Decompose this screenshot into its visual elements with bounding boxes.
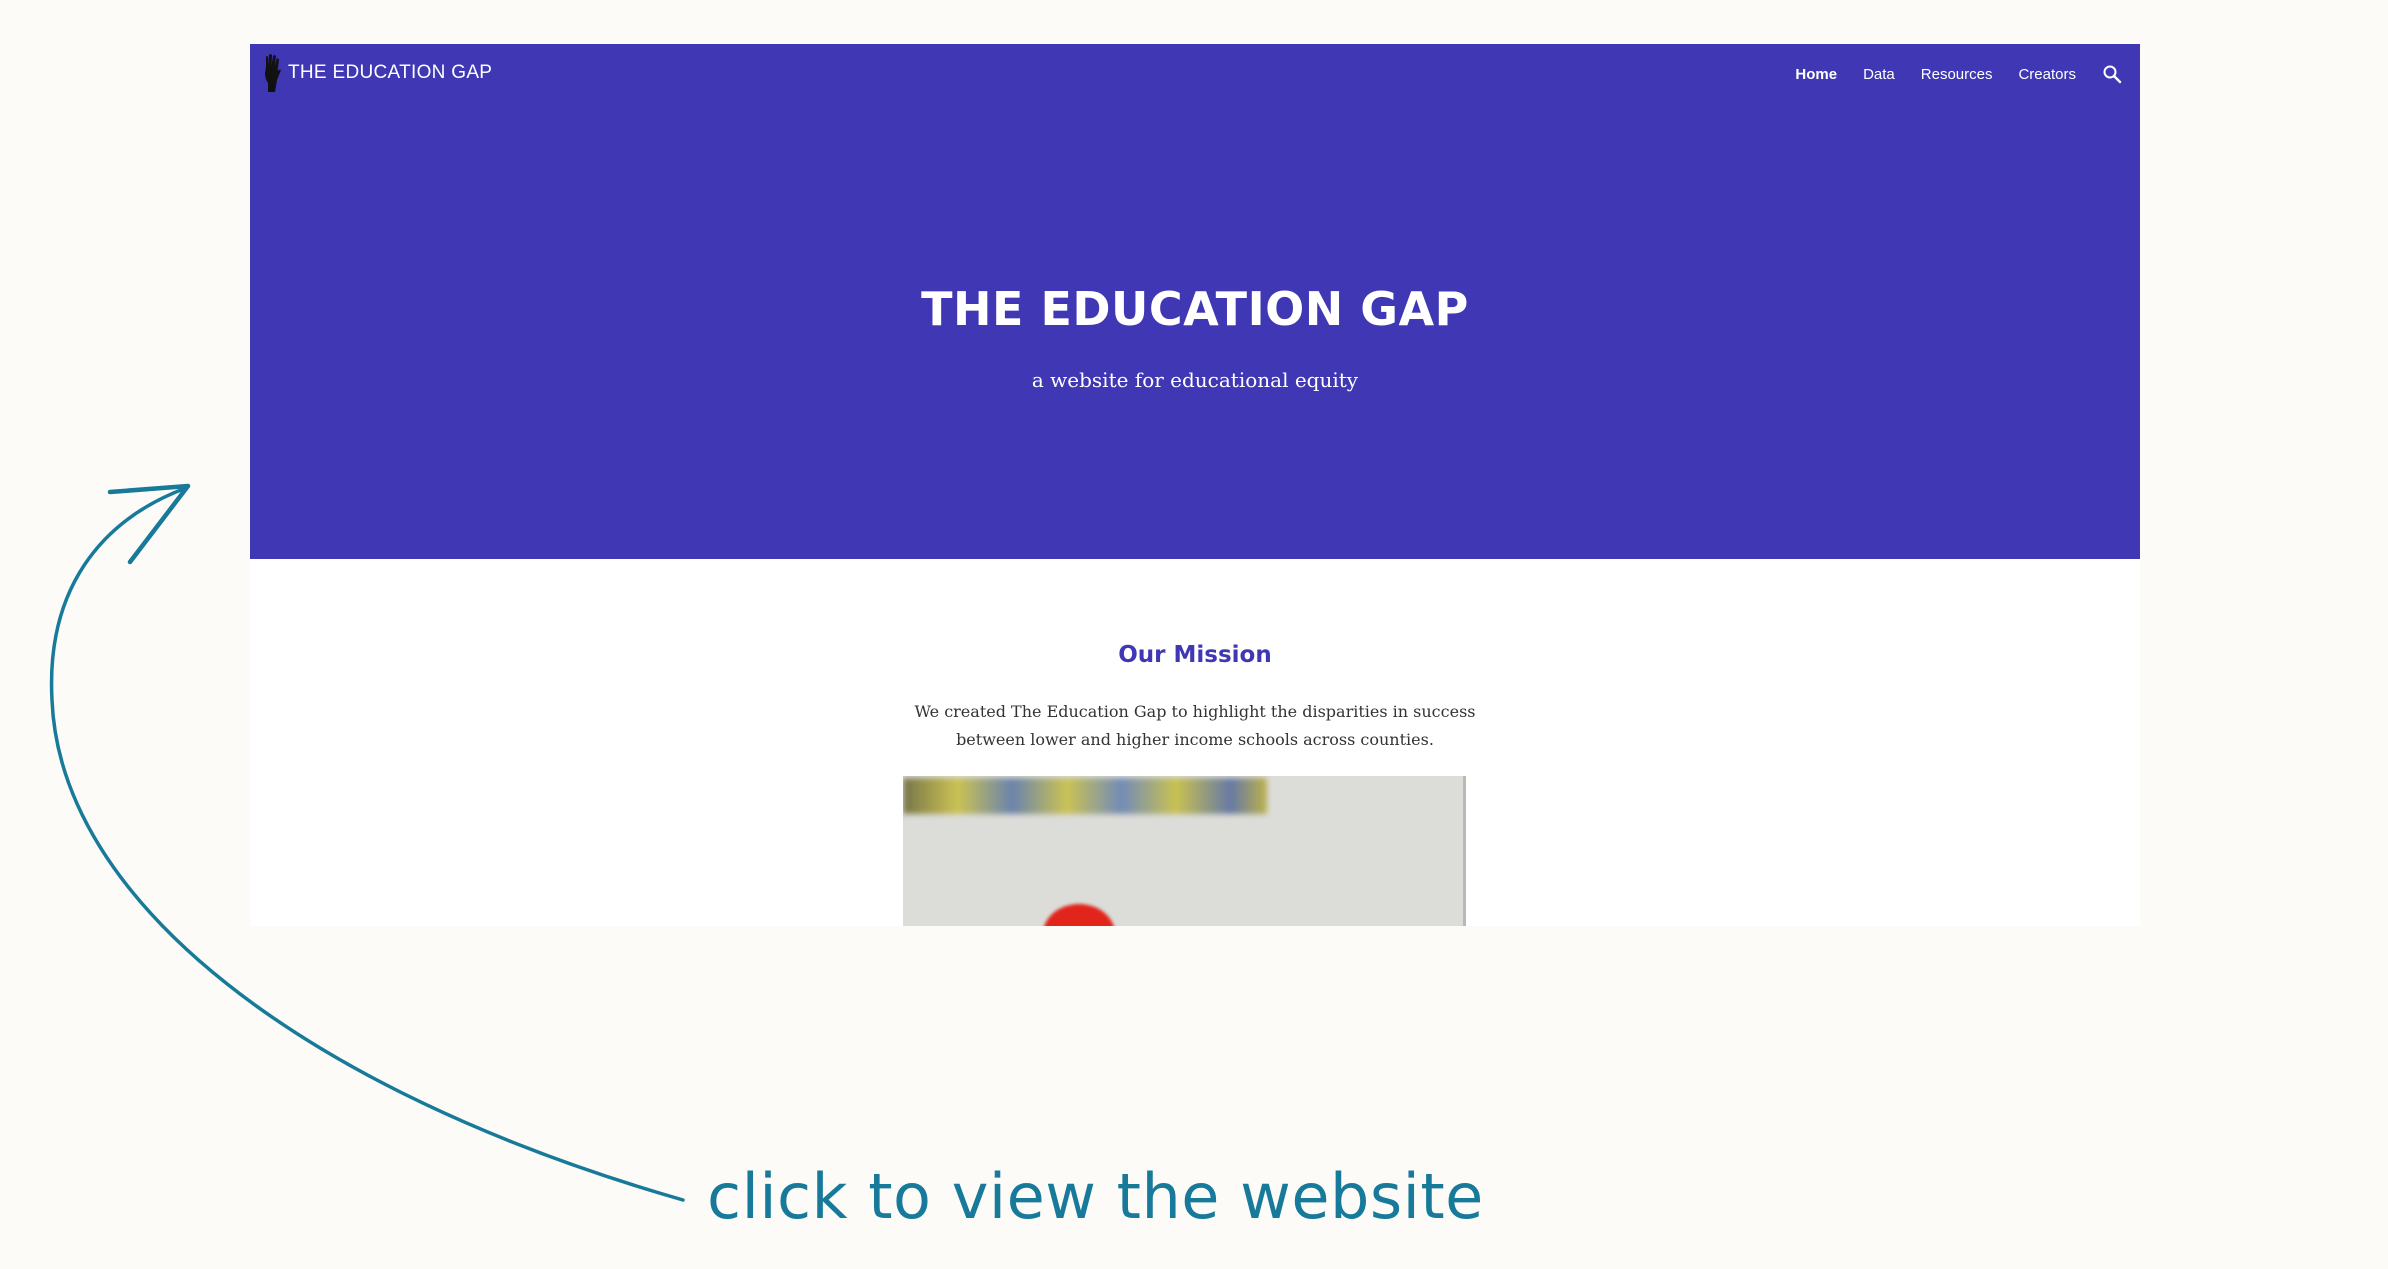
- nav-home[interactable]: Home: [1795, 66, 1837, 83]
- hero-title: THE EDUCATION GAP: [921, 282, 1469, 336]
- hero-subtitle: a website for educational equity: [1031, 368, 1359, 392]
- photo-wall-art: [903, 778, 1267, 814]
- brand-name: THE EDUCATION GAP: [288, 62, 493, 83]
- hero-banner: THE EDUCATION GAP Home Data Resources Cr…: [250, 44, 2140, 559]
- raised-hand-icon: [265, 54, 281, 92]
- photo-edge: [1463, 776, 1466, 926]
- photo-apple: [1043, 904, 1115, 926]
- nav-creators[interactable]: Creators: [2018, 66, 2076, 83]
- view-website-link[interactable]: click to view the website: [707, 1160, 1484, 1240]
- website-preview[interactable]: THE EDUCATION GAP Home Data Resources Cr…: [250, 44, 2140, 926]
- mission-text: We created The Education Gap to highligh…: [914, 702, 1476, 749]
- search-icon[interactable]: [2102, 64, 2122, 84]
- mission-heading: Our Mission: [1118, 642, 1272, 668]
- top-nav: Home Data Resources Creators: [1769, 56, 2122, 92]
- nav-data[interactable]: Data: [1863, 66, 1895, 83]
- nav-resources[interactable]: Resources: [1921, 66, 1993, 83]
- classroom-photo: [903, 776, 1466, 926]
- brand[interactable]: THE EDUCATION GAP: [260, 52, 492, 94]
